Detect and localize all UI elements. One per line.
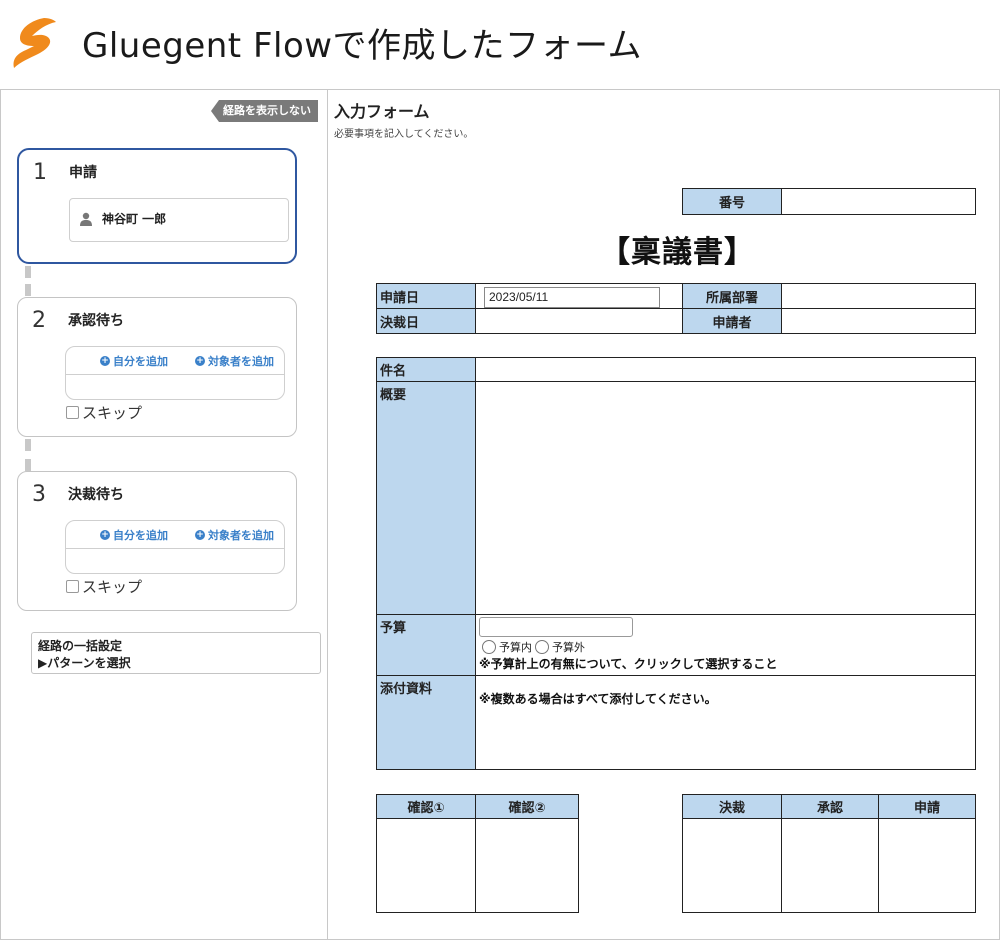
applicant-label: 申請者 bbox=[682, 308, 782, 334]
confirm1-label: 確認① bbox=[376, 794, 476, 819]
info-table: 申請日 所属部署 決裁日 申請者 bbox=[376, 283, 976, 334]
form-title: 入力フォーム bbox=[334, 102, 430, 121]
app-title: Gluegent Flowで作成したフォーム bbox=[82, 26, 643, 66]
content-table: 件名 概要 予算 予算内 予算外 ※予算計上の有無について、クリックして選択する… bbox=[376, 357, 976, 770]
apply-date-cell bbox=[475, 283, 683, 309]
add-target-button[interactable]: + 対象者を追加 bbox=[195, 527, 274, 543]
step-title: 申請 bbox=[69, 165, 97, 181]
assignee-chip[interactable]: 神谷町 一郎 bbox=[69, 198, 289, 242]
budget-in-label: 予算内 bbox=[499, 641, 532, 654]
person-icon bbox=[80, 212, 92, 226]
budget-label: 予算 bbox=[376, 614, 476, 676]
decision-date-label: 決裁日 bbox=[376, 308, 476, 334]
step-number: 2 bbox=[32, 308, 46, 333]
hide-route-button[interactable]: 経路を表示しない bbox=[211, 100, 318, 122]
route-step-3[interactable]: 3 決裁待ち + 自分を追加 + 対象者を追加 スキップ bbox=[17, 471, 297, 611]
plus-icon: + bbox=[195, 529, 205, 540]
route-step-1[interactable]: 1 申請 神谷町 一郎 bbox=[17, 148, 297, 264]
approval-table: 決裁 承認 申請 bbox=[682, 794, 976, 913]
summary-field[interactable] bbox=[475, 381, 976, 615]
applicant-field[interactable] bbox=[781, 308, 976, 334]
assignee-box: + 自分を追加 + 対象者を追加 bbox=[65, 520, 285, 574]
apply-date-input[interactable] bbox=[484, 286, 660, 308]
decision-stamp-field[interactable] bbox=[682, 818, 782, 913]
budget-in-radio[interactable] bbox=[482, 640, 496, 654]
form-subtitle: 必要事項を記入してください。 bbox=[334, 129, 474, 140]
decision-date-field[interactable] bbox=[475, 308, 683, 334]
attachments-label: 添付資料 bbox=[376, 675, 476, 770]
budget-radio-group: 予算内 予算外 bbox=[479, 639, 972, 655]
budget-out-label: 予算外 bbox=[552, 641, 585, 654]
application-label: 申請 bbox=[878, 794, 976, 819]
subject-field[interactable] bbox=[475, 357, 976, 382]
bulk-route-setting: 経路の一括設定 ▶パターンを選択 bbox=[31, 632, 321, 674]
summary-label: 概要 bbox=[376, 381, 476, 615]
budget-cell: 予算内 予算外 ※予算計上の有無について、クリックして選択すること bbox=[475, 614, 976, 676]
bulk-title: 経路の一括設定 bbox=[38, 639, 123, 653]
skip-checkbox[interactable]: スキップ bbox=[66, 576, 142, 597]
department-field[interactable] bbox=[781, 283, 976, 309]
decision-label: 決裁 bbox=[682, 794, 782, 819]
step-connector bbox=[25, 266, 31, 296]
app-header: Gluegent Flowで作成したフォーム bbox=[0, 0, 1000, 86]
step-title: 決裁待ち bbox=[68, 487, 124, 503]
assignee-name: 神谷町 一郎 bbox=[102, 212, 167, 226]
add-self-button[interactable]: + 自分を追加 bbox=[100, 527, 168, 543]
plus-icon: + bbox=[100, 355, 110, 366]
add-target-button[interactable]: + 対象者を追加 bbox=[195, 353, 274, 369]
step-number: 1 bbox=[33, 160, 47, 185]
document-title: 【稟議書】 bbox=[600, 235, 755, 270]
assignee-box: + 自分を追加 + 対象者を追加 bbox=[65, 346, 285, 400]
confirm2-stamp-field[interactable] bbox=[475, 818, 579, 913]
application-stamp-field[interactable] bbox=[878, 818, 976, 913]
number-table: 番号 bbox=[682, 188, 976, 215]
add-self-button[interactable]: + 自分を追加 bbox=[100, 353, 168, 369]
route-step-2[interactable]: 2 承認待ち + 自分を追加 + 対象者を追加 スキップ bbox=[17, 297, 297, 437]
assignee-actions: + 自分を追加 + 対象者を追加 bbox=[66, 347, 284, 375]
gluegent-logo-icon bbox=[13, 18, 56, 68]
number-label: 番号 bbox=[682, 188, 782, 215]
plus-icon: + bbox=[195, 355, 205, 366]
select-pattern-link[interactable]: ▶パターンを選択 bbox=[38, 654, 314, 671]
checkbox[interactable] bbox=[66, 406, 79, 419]
approval-stamp-field[interactable] bbox=[781, 818, 879, 913]
step-title: 承認待ち bbox=[68, 313, 124, 329]
number-field[interactable] bbox=[781, 188, 976, 215]
budget-input[interactable] bbox=[479, 617, 633, 637]
approval-label: 承認 bbox=[781, 794, 879, 819]
apply-date-label: 申請日 bbox=[376, 283, 476, 309]
confirm2-label: 確認② bbox=[475, 794, 579, 819]
confirm1-stamp-field[interactable] bbox=[376, 818, 476, 913]
budget-note: ※予算計上の有無について、クリックして選択すること bbox=[479, 657, 778, 671]
checkbox[interactable] bbox=[66, 580, 79, 593]
confirmation-table: 確認① 確認② bbox=[376, 794, 579, 913]
attachments-cell[interactable]: ※複数ある場合はすべて添付してください。 bbox=[475, 675, 976, 770]
attachments-note: ※複数ある場合はすべて添付してください。 bbox=[479, 692, 717, 706]
department-label: 所属部署 bbox=[682, 283, 782, 309]
budget-out-radio[interactable] bbox=[535, 640, 549, 654]
skip-checkbox[interactable]: スキップ bbox=[66, 402, 142, 423]
subject-label: 件名 bbox=[376, 357, 476, 382]
plus-icon: + bbox=[100, 529, 110, 540]
assignee-actions: + 自分を追加 + 対象者を追加 bbox=[66, 521, 284, 549]
step-number: 3 bbox=[32, 482, 46, 507]
step-connector bbox=[25, 439, 31, 471]
